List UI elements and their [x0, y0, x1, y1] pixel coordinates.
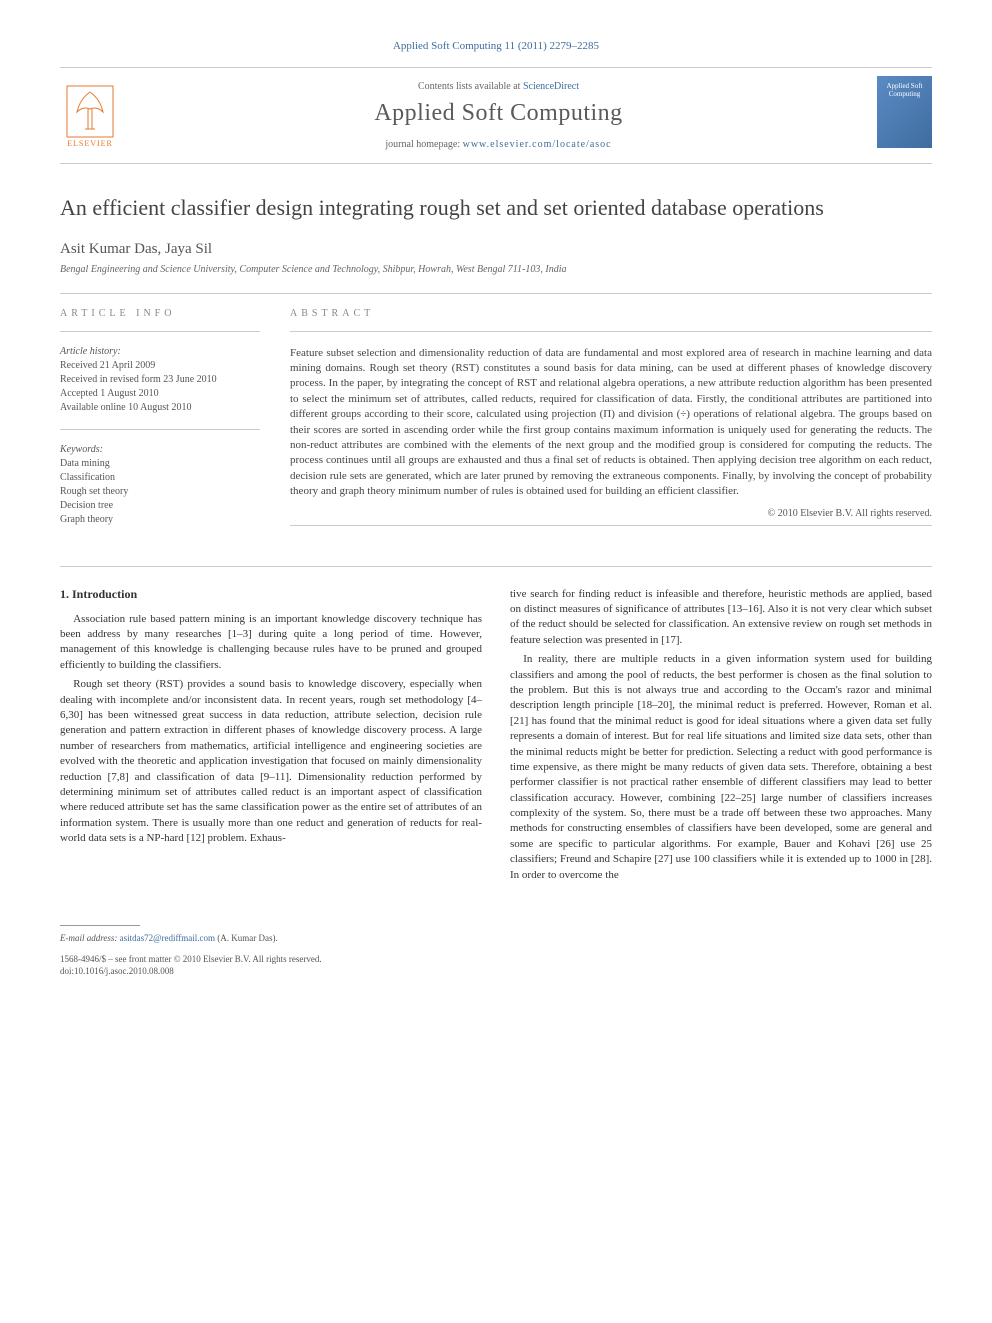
cover-text: Applied Soft Computing: [877, 82, 932, 99]
email-author: (A. Kumar Das).: [217, 933, 277, 943]
divider: [290, 331, 932, 332]
sciencedirect-link[interactable]: ScienceDirect: [523, 81, 579, 92]
divider: [60, 429, 260, 430]
paragraph: Rough set theory (RST) provides a sound …: [60, 677, 482, 846]
accepted-date: Accepted 1 August 2010: [60, 387, 260, 401]
homepage-prefix: journal homepage:: [385, 139, 462, 150]
doi-line: doi:10.1016/j.asoc.2010.08.008: [60, 965, 932, 978]
keywords-block: Keywords: Data mining Classification Rou…: [60, 444, 260, 527]
online-date: Available online 10 August 2010: [60, 401, 260, 415]
corresponding-email: E-mail address: asitdas72@rediffmail.com…: [60, 932, 932, 945]
keywords-title: Keywords:: [60, 444, 260, 455]
divider: [60, 331, 260, 332]
paragraph: Association rule based pattern mining is…: [60, 612, 482, 674]
divider: [60, 566, 932, 567]
footnote-separator: [60, 925, 140, 926]
left-column: 1. Introduction Association rule based p…: [60, 587, 482, 887]
info-abstract-row: ARTICLE INFO Article history: Received 2…: [60, 308, 932, 541]
keyword: Rough set theory: [60, 485, 260, 499]
journal-cover: Applied Soft Computing: [877, 76, 932, 148]
right-column: tive search for finding reduct is infeas…: [510, 587, 932, 887]
elsevier-tree-icon: [65, 84, 115, 139]
keyword: Decision tree: [60, 499, 260, 513]
publisher-name: ELSEVIER: [67, 139, 113, 148]
masthead-center: Contents lists available at ScienceDirec…: [120, 76, 877, 155]
paper-authors: Asit Kumar Das, Jaya Sil: [60, 241, 932, 258]
paper-affiliation: Bengal Engineering and Science Universit…: [60, 264, 932, 275]
paragraph: In reality, there are multiple reducts i…: [510, 652, 932, 883]
issn-line: 1568-4946/$ – see front matter © 2010 El…: [60, 953, 932, 966]
abstract-heading: ABSTRACT: [290, 308, 932, 319]
journal-name: Applied Soft Computing: [130, 100, 867, 127]
abstract-text: Feature subset selection and dimensional…: [290, 346, 932, 500]
email-label: E-mail address:: [60, 933, 117, 943]
divider: [290, 525, 932, 526]
journal-homepage: journal homepage: www.elsevier.com/locat…: [130, 139, 867, 150]
masthead: ELSEVIER Contents lists available at Sci…: [60, 67, 932, 164]
paper-title: An efficient classifier design integrati…: [60, 194, 932, 223]
keyword: Classification: [60, 471, 260, 485]
footer: E-mail address: asitdas72@rediffmail.com…: [60, 917, 932, 978]
contents-prefix: Contents lists available at: [418, 81, 523, 92]
contents-list: Contents lists available at ScienceDirec…: [130, 81, 867, 92]
abstract-column: ABSTRACT Feature subset selection and di…: [290, 308, 932, 541]
paragraph: tive search for finding reduct is infeas…: [510, 587, 932, 649]
header-citation: Applied Soft Computing 11 (2011) 2279–22…: [60, 40, 932, 52]
body-columns: 1. Introduction Association rule based p…: [60, 587, 932, 887]
homepage-link[interactable]: www.elsevier.com/locate/asoc: [463, 139, 612, 150]
divider: [60, 293, 932, 294]
article-info: ARTICLE INFO Article history: Received 2…: [60, 308, 260, 541]
article-info-heading: ARTICLE INFO: [60, 308, 260, 319]
keyword: Data mining: [60, 457, 260, 471]
abstract-copyright: © 2010 Elsevier B.V. All rights reserved…: [290, 508, 932, 519]
publisher-logo: ELSEVIER: [60, 76, 120, 155]
section-heading: 1. Introduction: [60, 587, 482, 602]
email-link[interactable]: asitdas72@rediffmail.com: [120, 933, 215, 943]
keyword: Graph theory: [60, 513, 260, 527]
received-date: Received 21 April 2009: [60, 359, 260, 373]
history-title: Article history:: [60, 346, 260, 357]
revised-date: Received in revised form 23 June 2010: [60, 373, 260, 387]
article-history: Article history: Received 21 April 2009 …: [60, 346, 260, 415]
